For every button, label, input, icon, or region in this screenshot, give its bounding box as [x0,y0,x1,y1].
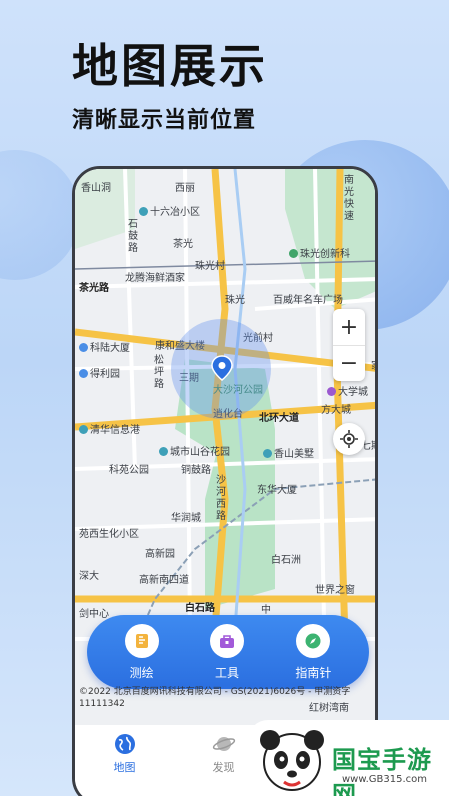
panda-logo-icon [260,730,324,791]
map-label: 剑中心 [79,609,109,620]
map-label: 白石路 [185,603,215,614]
planet-icon [212,737,235,751]
toolbox-icon [209,623,244,658]
watermark-name: 国宝手游网 [332,746,432,796]
map-label: 华润城 [171,513,201,524]
map-label: 深大 [79,571,99,582]
map-label: 中 [261,605,271,616]
map-label: 沙河西路 [216,475,226,522]
map-label: 高新南四道 [139,575,189,586]
map-label: 城市山谷花园 [159,443,230,458]
map-view[interactable]: 香山洞 西丽 十六冶小区 石鼓路 茶光 珠光村 珠光创新科 龙腾海鲜酒家 茶光路… [75,169,375,725]
map-label: 高新园 [145,549,175,560]
map-label: 东华大厦 [257,485,297,496]
map-copyright: ©2022 北京百度网讯科技有限公司 - GS(2021)6026号 - 甲测资… [79,687,351,709]
crosshair-icon [340,430,358,448]
map-label: 茶光 [173,239,193,250]
map-label: 百威年名车广场 [273,295,343,306]
ruler-icon [124,623,159,658]
zoom-in-button[interactable]: + [333,309,365,345]
locate-button[interactable] [333,423,365,455]
tool-utilities-button[interactable]: 工具 [209,623,244,681]
tab-map[interactable]: 地图 [75,733,174,796]
map-label: 得利园 [79,365,120,380]
compass-icon [296,623,331,658]
zoom-controls: + − [333,309,365,381]
map-label: 石鼓路 [128,219,138,254]
globe-icon [114,734,135,754]
watermark-url: www.GB315.com [342,774,428,785]
map-label: 大学城 [327,383,368,398]
map-label: 松坪路 [154,355,164,390]
map-label: 香山美墅 [263,445,314,460]
map-label: 白石洲 [271,555,301,566]
site-watermark: 国宝手游网 www.GB315.com [248,720,449,796]
tab-label: 发现 [212,761,235,774]
map-label: 香山洞 [81,183,111,194]
tab-label: 地图 [113,761,136,774]
map-label: 苑西生化小区 [79,529,139,540]
location-pin-icon[interactable] [211,355,233,381]
tool-compass-button[interactable]: 指南针 [295,623,332,681]
map-label: 铜鼓路 [181,465,211,476]
tool-label: 指南针 [295,665,332,680]
page-title: 地图展示 [72,39,268,93]
decorative-circle-left [0,150,80,280]
tool-label: 测绘 [129,665,154,680]
map-label: 十六冶小区 [139,203,200,218]
map-label: 科陆大厦 [79,339,130,354]
tool-survey-button[interactable]: 测绘 [124,623,159,681]
tool-label: 工具 [214,665,239,680]
map-label: 方大城 [321,405,351,416]
map-label: 珠光 [225,295,245,306]
map-label: 北环大道 [259,413,299,424]
map-label: 家 [371,357,375,372]
map-label: 西丽 [175,183,195,194]
phone-frame: 香山洞 西丽 十六冶小区 石鼓路 茶光 珠光村 珠光创新科 龙腾海鲜酒家 茶光路… [72,166,378,796]
zoom-out-button[interactable]: − [333,345,365,381]
map-label: 科苑公园 [109,465,149,476]
map-label: 龙腾海鲜酒家 [125,273,185,284]
map-label: 世界之窗 [315,585,355,596]
tool-bar: 测绘 工具 指南针 [87,615,369,689]
map-label: 珠光创新科 [289,245,350,260]
page-subtitle: 清晰显示当前位置 [72,108,257,133]
map-label: 南光快速 [344,175,354,222]
map-label: 珠光村 [195,261,225,272]
map-label: 清华信息港 [79,421,140,436]
map-label: 茶光路 [79,283,109,294]
